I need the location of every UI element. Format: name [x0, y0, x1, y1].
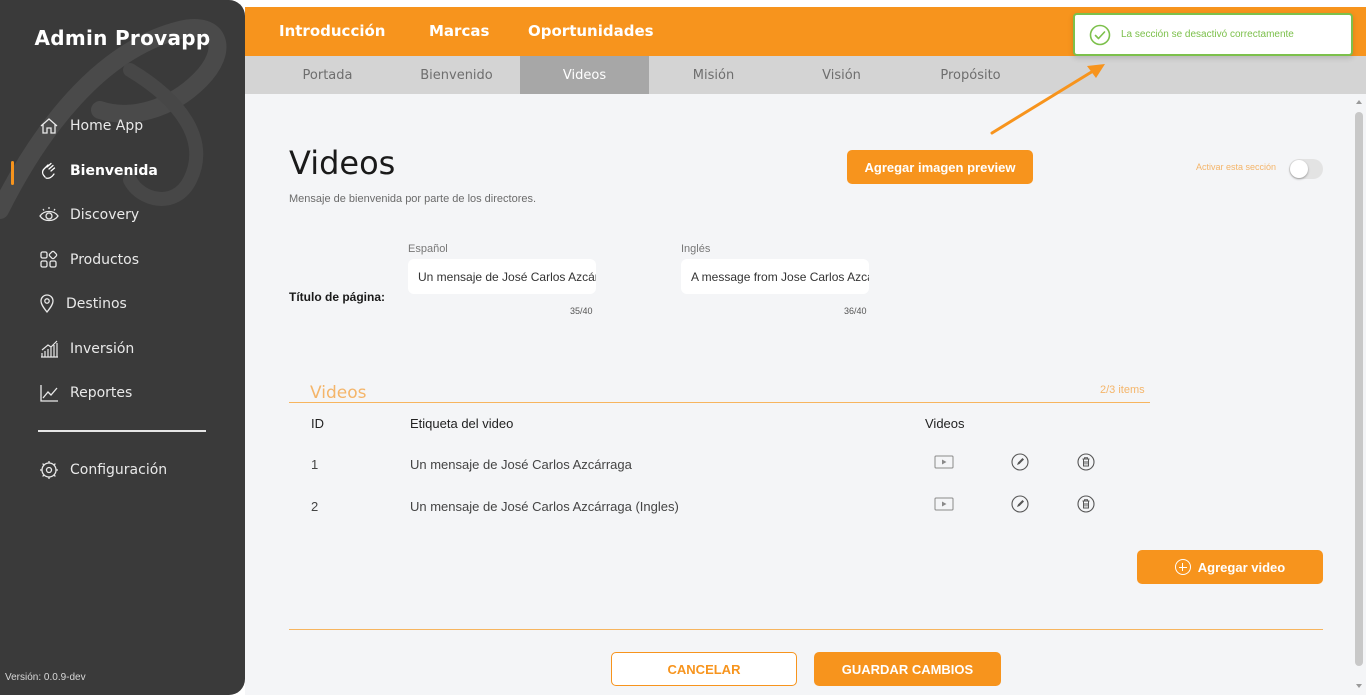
- subtab-vision[interactable]: Visión: [777, 56, 906, 94]
- line-chart-icon: [38, 382, 60, 404]
- subtab-bienvenido[interactable]: Bienvenido: [392, 56, 521, 94]
- eye-icon: [38, 204, 60, 226]
- section-divider: [289, 402, 1150, 403]
- subtab-videos[interactable]: Videos: [520, 56, 649, 94]
- sidebar: Admin Provapp Home App Bienvenida Discov…: [0, 0, 245, 695]
- play-video-icon[interactable]: [933, 454, 955, 470]
- sidebar-item-label: Productos: [70, 252, 140, 268]
- table-cell-id: 1: [311, 457, 319, 472]
- tab-oportunidades[interactable]: Oportunidades: [528, 22, 654, 40]
- column-header-label: Etiqueta del video: [410, 416, 514, 431]
- footer-divider: [289, 629, 1323, 630]
- section-toggle-label: Activar esta sección: [1196, 162, 1277, 172]
- sidebar-item-label: Configuración: [70, 462, 168, 478]
- table-cell-id: 2: [311, 499, 319, 514]
- column-header-videos: Videos: [925, 416, 965, 431]
- grid-icon: [38, 249, 60, 271]
- english-title-input[interactable]: A message from Jose Carlos Azcárraga: [681, 259, 869, 294]
- subtab-portada[interactable]: Portada: [263, 56, 392, 94]
- wave-hand-icon: [38, 160, 60, 182]
- sub-navigation: Portada Bienvenido Videos Misión Visión …: [245, 56, 1366, 94]
- spanish-label: Español: [408, 243, 448, 255]
- delete-icon[interactable]: [1076, 494, 1096, 514]
- sidebar-item-label: Discovery: [70, 207, 140, 223]
- sidebar-item-label: Reportes: [70, 385, 133, 401]
- brand-title: Admin Provapp: [34, 26, 211, 50]
- scroll-down-arrow-icon[interactable]: [1356, 684, 1362, 688]
- tab-introduccion[interactable]: Introducción: [279, 22, 385, 40]
- section-toggle[interactable]: [1289, 159, 1323, 179]
- sidebar-item-reportes[interactable]: Reportes: [38, 380, 132, 406]
- page-title: Videos: [289, 144, 396, 182]
- sidebar-item-home-app[interactable]: Home App: [38, 113, 143, 139]
- column-header-id: ID: [311, 416, 324, 431]
- add-video-button[interactable]: Agregar video: [1137, 550, 1323, 584]
- success-toast: La sección se desactivó correctamente: [1073, 13, 1353, 56]
- sidebar-item-productos[interactable]: Productos: [38, 247, 139, 273]
- bar-chart-icon: [38, 338, 60, 360]
- sidebar-item-label: Destinos: [66, 296, 127, 312]
- edit-icon[interactable]: [1010, 494, 1030, 514]
- edit-icon[interactable]: [1010, 452, 1030, 472]
- spanish-title-input[interactable]: Un mensaje de José Carlos Azcárraga: [408, 259, 596, 294]
- add-video-label: Agregar video: [1197, 559, 1286, 575]
- save-changes-button[interactable]: GUARDAR CAMBIOS: [814, 652, 1001, 686]
- sidebar-item-configuracion[interactable]: Configuración: [38, 457, 167, 483]
- sidebar-item-label: Bienvenida: [70, 163, 158, 179]
- sidebar-item-destinos[interactable]: Destinos: [38, 291, 127, 317]
- sidebar-item-discovery[interactable]: Discovery: [38, 202, 139, 228]
- annotation-arrow-icon: [990, 64, 1105, 135]
- table-cell-label: Un mensaje de José Carlos Azcárraga: [410, 457, 632, 472]
- subtab-mision[interactable]: Misión: [649, 56, 778, 94]
- scroll-thumb[interactable]: [1355, 112, 1363, 666]
- delete-icon[interactable]: [1076, 452, 1096, 472]
- map-pin-icon: [38, 293, 56, 315]
- videos-section-title: Videos: [310, 383, 367, 403]
- english-char-count: 36/40: [844, 306, 867, 316]
- add-preview-image-button[interactable]: Agregar imagen preview: [847, 150, 1033, 184]
- check-circle-icon: [1089, 24, 1111, 45]
- table-cell-label: Un mensaje de José Carlos Azcárraga (Ing…: [410, 499, 679, 514]
- sidebar-item-label: Inversión: [70, 341, 135, 357]
- sidebar-item-inversion[interactable]: Inversión: [38, 336, 134, 362]
- sidebar-item-label: Home App: [70, 118, 144, 134]
- toggle-knob: [1290, 160, 1308, 178]
- plus-circle-icon: [1174, 559, 1191, 575]
- page-title-field-label: Título de página:: [289, 290, 385, 304]
- cancel-button[interactable]: CANCELAR: [611, 652, 797, 686]
- gear-icon: [38, 459, 60, 481]
- english-label: Inglés: [681, 243, 711, 255]
- spanish-char-count: 35/40: [570, 306, 593, 316]
- sidebar-divider: [38, 430, 206, 432]
- sidebar-item-bienvenida[interactable]: Bienvenida: [38, 158, 158, 184]
- home-icon: [38, 115, 60, 137]
- play-video-icon[interactable]: [933, 496, 955, 512]
- main-content: [245, 94, 1366, 695]
- toast-message: La sección se desactivó correctamente: [1121, 29, 1294, 40]
- app-version: Versión: 0.0.9-dev: [5, 672, 86, 683]
- videos-item-count: 2/3 items: [1100, 384, 1145, 396]
- active-indicator: [11, 161, 14, 185]
- page-subtitle: Mensaje de bienvenida por parte de los d…: [289, 193, 537, 205]
- scroll-up-arrow-icon[interactable]: [1356, 100, 1362, 104]
- tab-marcas[interactable]: Marcas: [429, 22, 489, 40]
